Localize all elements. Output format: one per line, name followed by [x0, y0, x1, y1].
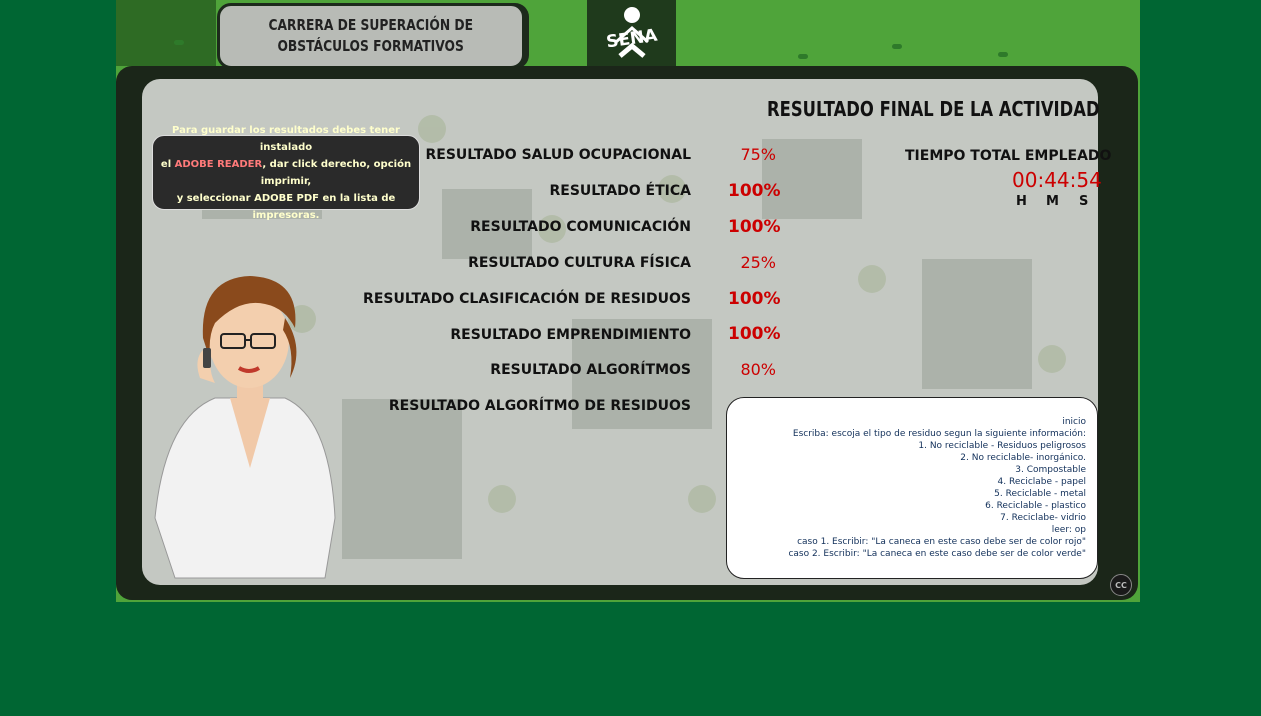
grass-tuft: [798, 54, 808, 59]
result-value: 25%: [740, 253, 776, 272]
total-time-value: 00:44:54: [1012, 168, 1102, 192]
result-value: 100%: [728, 324, 781, 344]
closed-captions-button[interactable]: CC: [1110, 574, 1132, 596]
result-label: RESULTADO SALUD OCUPACIONAL: [425, 147, 691, 163]
algorithm-line: caso 1. Escribir: "La caneca en este cas…: [797, 537, 1086, 547]
results-title: RESULTADO FINAL DE LA ACTIVIDAD: [767, 97, 1100, 121]
algorithm-line: 7. Reciclabe- vidrio: [1000, 513, 1086, 523]
activity-title-line1: CARRERA DE SUPERACIÓN DE: [268, 16, 474, 34]
algorithm-line: Escriba: escoja el tipo de residuo segun…: [792, 429, 1086, 439]
result-label: RESULTADO COMUNICACIÓN: [470, 219, 691, 235]
algorithm-line: caso 2. Escribir: "La caneca en este cas…: [788, 549, 1086, 559]
algorithm-line: 3. Compostable: [1015, 465, 1086, 475]
algorithm-line: 1. No reciclable - Residuos peligrosos: [918, 441, 1086, 451]
algorithm-line: inicio: [1062, 417, 1086, 427]
algorithm-line: 2. No reciclable- inorgánico.: [960, 453, 1086, 463]
result-value: 100%: [728, 289, 781, 309]
grass-tuft: [998, 52, 1008, 57]
adobe-reader-highlight: ADOBE READER: [174, 158, 263, 170]
save-instructions-line2-pre: el: [160, 158, 175, 170]
algorithm-line: 4. Reciclabe - papel: [997, 477, 1086, 487]
grass-tuft: [892, 44, 902, 49]
algorithm-output-box: inicio Escriba: escoja el tipo de residu…: [726, 397, 1098, 579]
sena-logo-text: SENA: [605, 25, 659, 52]
seconds-label: S: [1079, 194, 1089, 209]
result-value: 100%: [728, 181, 781, 201]
activity-title-box: CARRERA DE SUPERACIÓN DE OBSTÁCULOS FORM…: [217, 3, 525, 69]
sena-logo: SENA: [587, 0, 676, 66]
algorithm-line: leer: op: [1051, 525, 1086, 535]
activity-title-line2: OBSTÁCULOS FORMATIVOS: [277, 37, 465, 55]
minutes-label: M: [1046, 194, 1059, 209]
grass-tuft: [174, 40, 184, 45]
hours-label: H: [1016, 194, 1027, 209]
result-value: 80%: [740, 360, 776, 379]
algorithm-lines: inicio Escriba: escoja el tipo de residu…: [788, 416, 1086, 560]
total-time-label: TIEMPO TOTAL EMPLEADO: [905, 148, 1112, 164]
result-value: 75%: [740, 145, 776, 164]
result-label: RESULTADO ÉTICA: [549, 183, 691, 199]
sena-logo-icon: SENA: [605, 7, 659, 58]
result-value: 100%: [728, 217, 781, 237]
algorithm-line: 5. Reciclable - metal: [994, 489, 1086, 499]
guide-woman-illustration: [154, 276, 336, 579]
algorithm-line: 6. Reciclable - plastico: [985, 501, 1086, 511]
grass-corner: [116, 0, 216, 66]
